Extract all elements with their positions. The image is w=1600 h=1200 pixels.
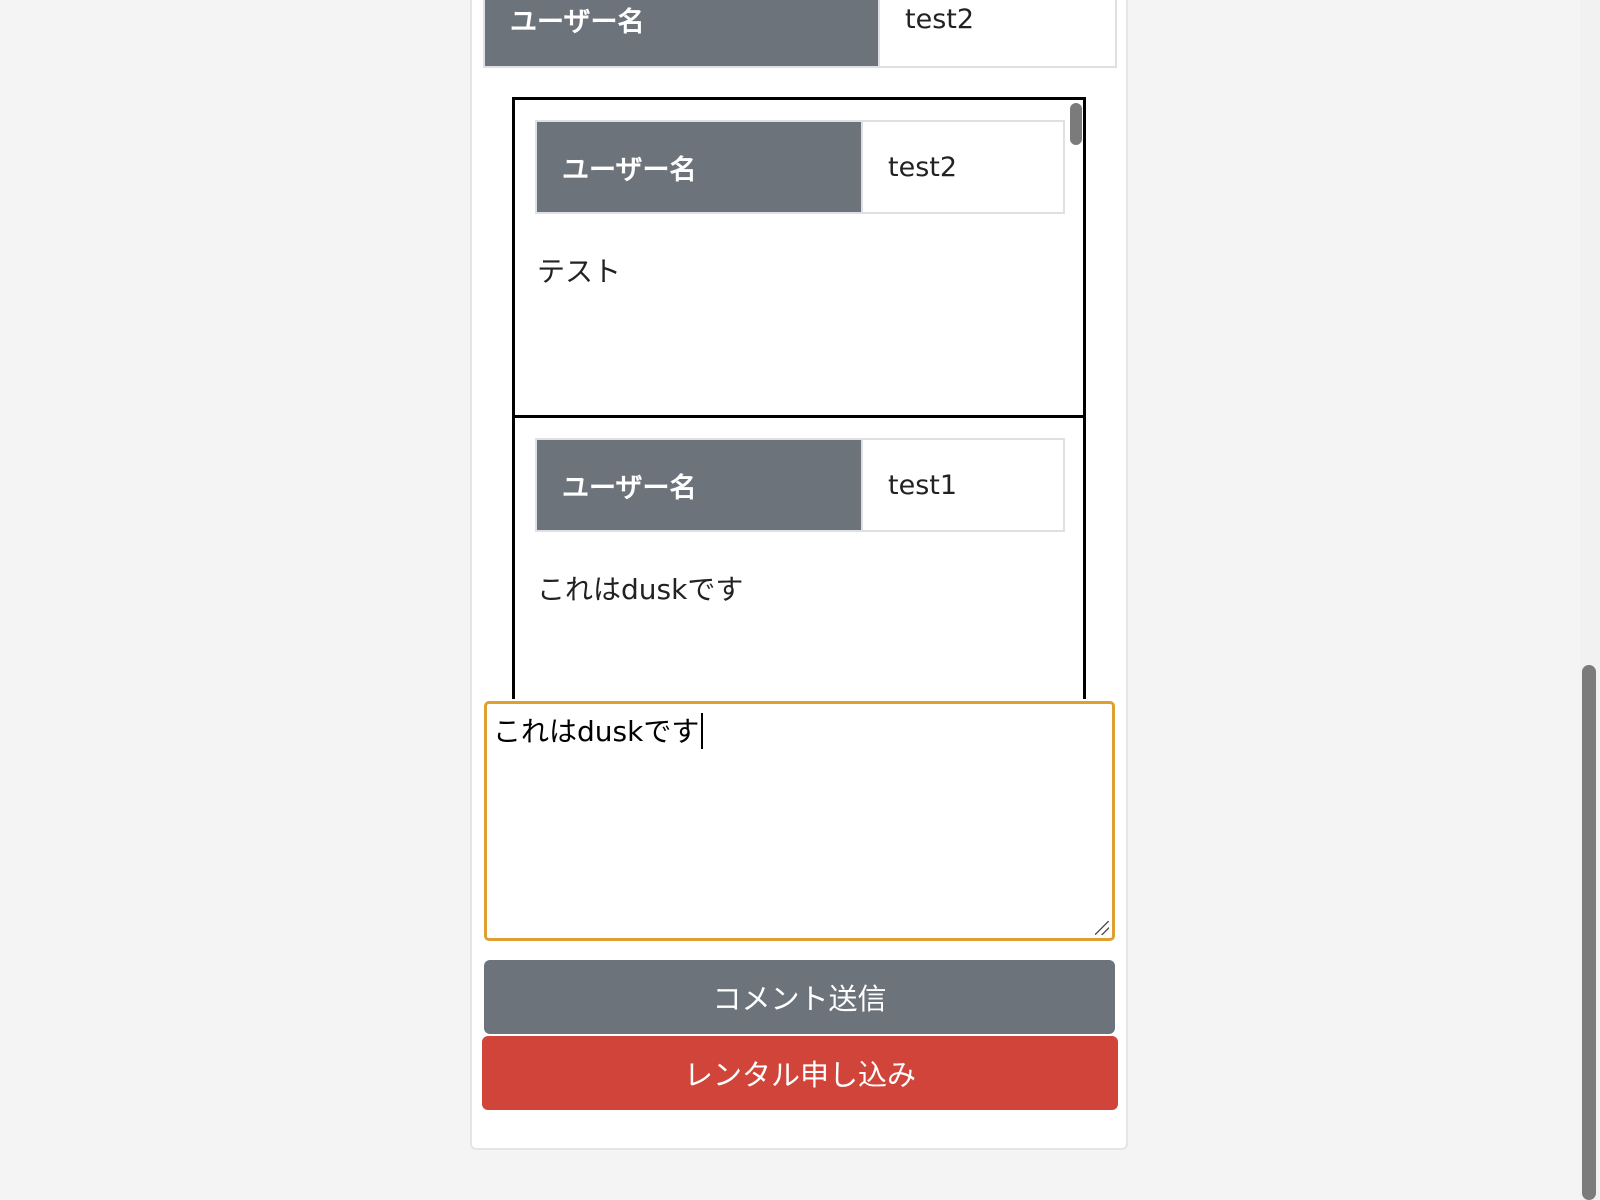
comment-submit-button[interactable]: コメント送信 — [484, 960, 1115, 1034]
username-label: ユーザー名 — [483, 0, 880, 68]
comment-username-value: test1 — [861, 438, 1065, 532]
comment-username-value: test2 — [861, 120, 1065, 214]
owner-info-table: ユーザー名 test2 — [483, 0, 1117, 68]
comment-item: ユーザー名 test2 テスト — [515, 100, 1083, 418]
comment-username-label: ユーザー名 — [535, 438, 863, 532]
page: ユーザー名 test2 ユーザー名 test2 テスト ユーザー名 test1 … — [0, 0, 1600, 1200]
page-scrollbar-thumb[interactable] — [1582, 665, 1596, 1200]
comment-textarea-value: これはduskです — [493, 715, 700, 748]
username-value: test2 — [878, 0, 1117, 68]
comment-user-table: ユーザー名 test2 — [535, 120, 1065, 214]
comment-item: ユーザー名 test1 これはduskです — [515, 418, 1083, 699]
comment-textarea[interactable]: これはduskです — [484, 701, 1115, 941]
comment-user-table: ユーザー名 test1 — [535, 438, 1065, 532]
comment-list-scrollbar[interactable] — [1070, 103, 1082, 145]
comment-list[interactable]: ユーザー名 test2 テスト ユーザー名 test1 これはduskです — [512, 97, 1086, 699]
comment-username-label: ユーザー名 — [535, 120, 863, 214]
comment-text: テスト — [537, 255, 622, 288]
resize-grip-icon[interactable] — [1095, 921, 1109, 935]
text-caret — [701, 713, 704, 749]
rental-apply-button[interactable]: レンタル申し込み — [482, 1036, 1118, 1110]
comment-text: これはduskです — [537, 573, 744, 606]
